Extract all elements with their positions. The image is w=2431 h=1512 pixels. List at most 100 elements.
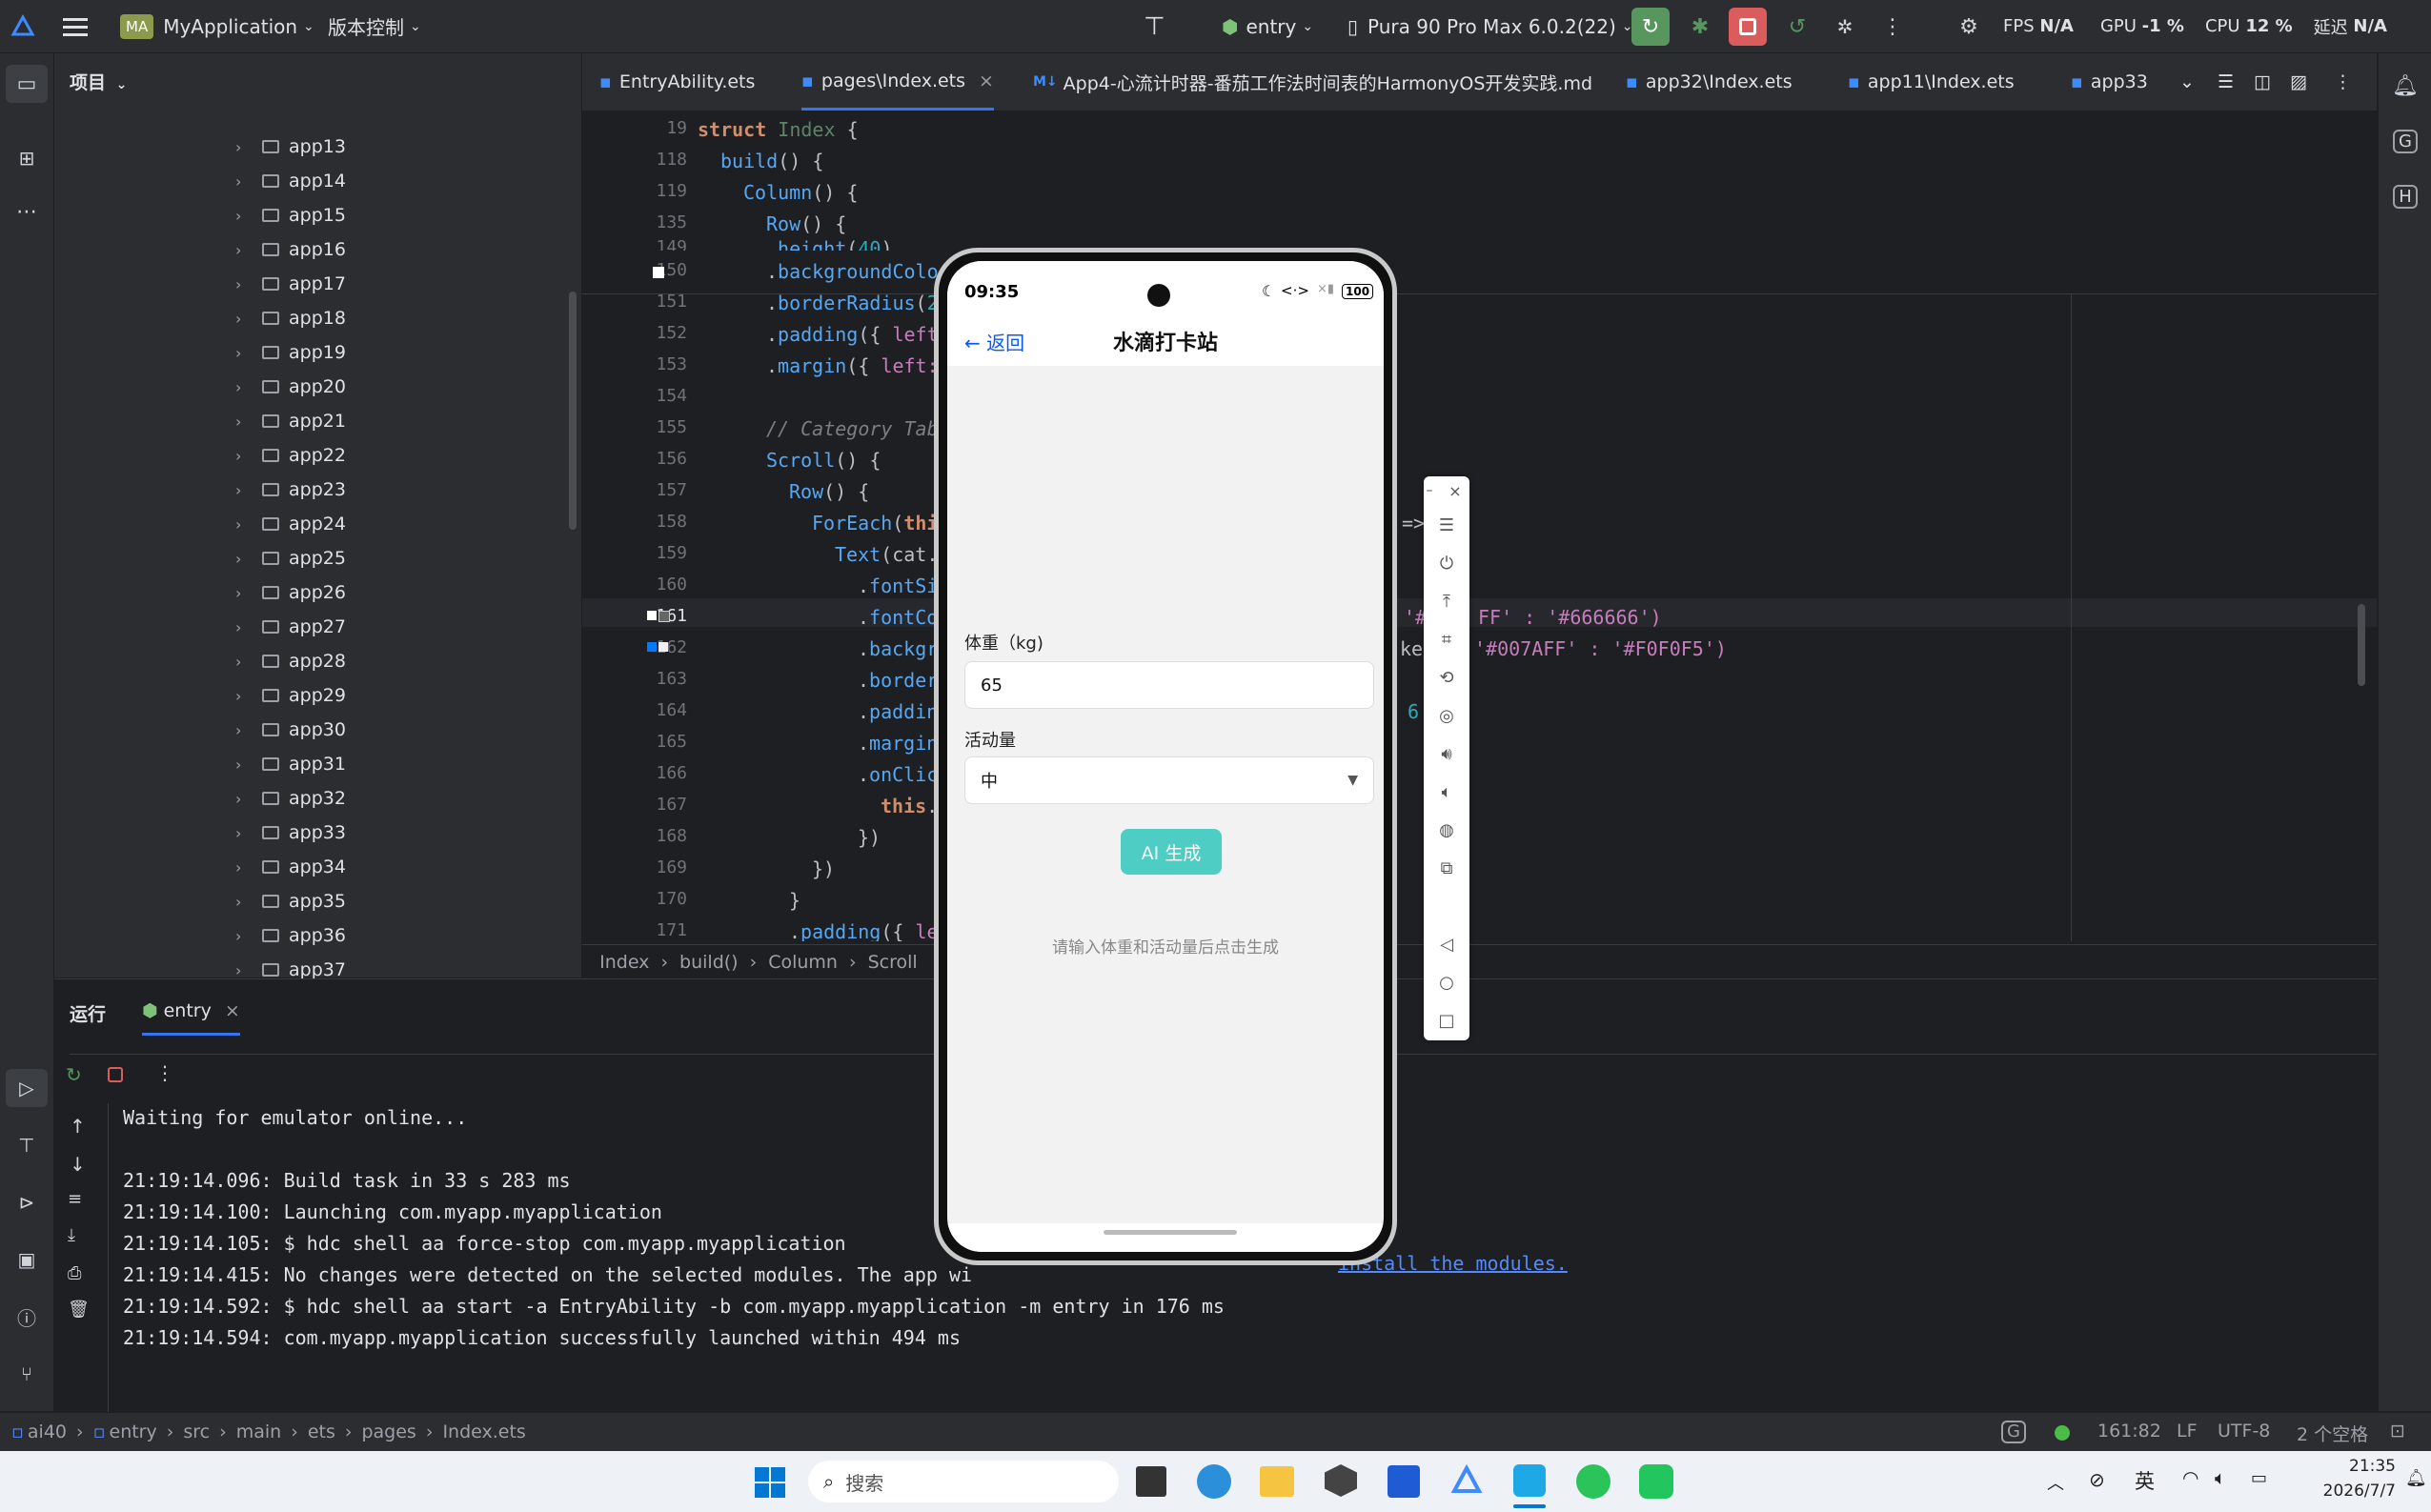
stop-button[interactable] xyxy=(1729,8,1767,46)
app-hexagon-icon[interactable] xyxy=(1325,1464,1357,1497)
vcs-menu[interactable]: 版本控制 ⌄ xyxy=(328,0,421,52)
volume-down-icon[interactable]: 🔈︎ xyxy=(1424,777,1469,806)
chevron-right-icon[interactable]: › xyxy=(235,824,256,842)
code-line-153[interactable]: .margin({ left: xyxy=(766,354,939,377)
chevron-right-icon[interactable]: › xyxy=(235,790,256,808)
status-path-item[interactable]: ai40 xyxy=(28,1421,67,1442)
activity-select[interactable]: 中 ▼ xyxy=(964,756,1374,804)
code-line-151[interactable]: .borderRadius(2 xyxy=(766,292,939,314)
project-switcher[interactable]: MA MyApplication ⌄ xyxy=(120,0,314,52)
code-line-155[interactable]: // Category Tab xyxy=(766,417,939,440)
run-tool-button[interactable]: ▷ xyxy=(6,1069,48,1107)
taskbar-time[interactable]: 21:35 xyxy=(2291,1457,2396,1476)
cursor-position[interactable]: 161:82 xyxy=(2097,1421,2161,1441)
battery-icon[interactable]: ▭ xyxy=(2251,1468,2267,1488)
chevron-right-icon[interactable]: › xyxy=(235,241,256,259)
code-line-167[interactable]: this. xyxy=(881,795,938,817)
tree-item[interactable]: › app19 xyxy=(235,335,346,370)
edge-browser-icon[interactable] xyxy=(1197,1464,1231,1499)
apply-changes-button[interactable]: ↺ xyxy=(1778,8,1816,46)
preview-button[interactable]: ▨ xyxy=(2290,53,2307,111)
taskbar-date[interactable]: 2026/7/7 xyxy=(2291,1482,2396,1501)
menu-icon[interactable]: ☰ xyxy=(1424,511,1469,539)
tree-item[interactable]: › app13 xyxy=(235,130,346,164)
status-path-item[interactable]: ets xyxy=(308,1421,335,1442)
code-line-118[interactable]: build() { xyxy=(720,150,823,172)
tree-item[interactable]: › app27 xyxy=(235,610,346,644)
chevron-right-icon[interactable]: › xyxy=(235,687,256,705)
network-off-icon[interactable]: ⊘ xyxy=(2089,1468,2105,1491)
code-line-157[interactable]: Row() { xyxy=(789,480,869,503)
project-panel-header[interactable]: 项目 ⌄ xyxy=(70,69,127,94)
split-view-button[interactable]: ◫ xyxy=(2254,53,2271,111)
nav-back-icon[interactable]: ◁ xyxy=(1424,930,1469,958)
tree-item[interactable]: › app30 xyxy=(235,713,346,747)
tree-item[interactable]: › app16 xyxy=(235,232,346,267)
code-line-169[interactable]: }) xyxy=(812,857,835,880)
lock-icon[interactable]: ⊡ xyxy=(2390,1421,2405,1441)
screenshot-icon[interactable]: ◎ xyxy=(1424,701,1469,730)
code-line-162[interactable]: .backgr xyxy=(858,637,938,660)
chevron-right-icon[interactable]: › xyxy=(235,172,256,191)
code-line-150[interactable]: .backgroundColor xyxy=(766,260,950,283)
start-button[interactable] xyxy=(755,1467,785,1498)
multi-screen-icon[interactable]: ⧉ xyxy=(1424,854,1469,882)
color-swatch[interactable] xyxy=(658,611,670,622)
chevron-right-icon[interactable]: › xyxy=(235,310,256,328)
visual-studio-icon[interactable] xyxy=(1388,1465,1420,1498)
minimize-icon[interactable]: – xyxy=(1418,476,1441,505)
chevron-right-icon[interactable]: › xyxy=(235,927,256,945)
code-line-158[interactable]: ForEach(thi xyxy=(812,512,938,534)
chevron-right-icon[interactable]: › xyxy=(235,893,256,911)
chevron-right-icon[interactable]: › xyxy=(235,413,256,431)
editor-more-button[interactable]: ⋮ xyxy=(2334,53,2352,111)
chevron-right-icon[interactable]: › xyxy=(235,550,256,568)
fingerprint-icon[interactable]: ◍ xyxy=(1424,816,1469,844)
color-swatch[interactable] xyxy=(647,611,657,620)
tree-item[interactable]: › app15 xyxy=(235,198,346,232)
code-line-161[interactable]: .fontCo xyxy=(858,606,938,629)
deveco-studio-icon[interactable] xyxy=(1450,1463,1483,1497)
editor-menu-button[interactable]: ☰ xyxy=(2218,53,2234,111)
git-tool-button[interactable]: ⑂ xyxy=(6,1355,48,1393)
rerun-button[interactable]: ↻ xyxy=(1631,8,1670,46)
tree-item[interactable]: › app23 xyxy=(235,473,346,507)
code-line-165[interactable]: .margin xyxy=(858,732,938,755)
taskbar-search[interactable]: ⌕ 搜索 xyxy=(808,1461,1119,1502)
close-icon[interactable]: × xyxy=(1441,476,1469,505)
tab-entryability[interactable]: ▪ EntryAbility.ets xyxy=(599,53,755,111)
status-ok-indicator[interactable] xyxy=(2055,1425,2070,1441)
status-path-item[interactable]: src xyxy=(183,1421,210,1442)
notifications-button[interactable]: 🔔︎ xyxy=(2386,67,2424,105)
chevron-right-icon[interactable]: › xyxy=(235,721,256,739)
tree-item[interactable]: › app20 xyxy=(235,370,346,404)
chevron-right-icon[interactable]: › xyxy=(235,207,256,225)
terminal-tool-button[interactable]: ▣ xyxy=(6,1240,48,1279)
breadcrumb-item[interactable]: build() xyxy=(679,952,739,973)
file-encoding[interactable]: UTF-8 xyxy=(2218,1421,2270,1441)
color-swatch[interactable] xyxy=(658,642,668,652)
chevron-right-icon[interactable]: › xyxy=(235,447,256,465)
tab-app11-index[interactable]: ▪ app11\Index.ets xyxy=(1848,53,2015,111)
tree-item[interactable]: › app25 xyxy=(235,541,346,575)
code-line-119[interactable]: Column() { xyxy=(743,181,858,204)
code-line-170[interactable]: } xyxy=(789,889,800,912)
code-line-164[interactable]: .paddin xyxy=(858,700,938,723)
tabs-overflow-button[interactable]: ⌄ xyxy=(2179,53,2195,111)
task-view-icon[interactable] xyxy=(1136,1466,1166,1497)
device-selector[interactable]: ▯ Pura 90 Pro Max 6.0.2(22) ⌄ xyxy=(1347,0,1633,52)
ai-generate-button[interactable]: AI 生成 xyxy=(1121,829,1222,875)
tab-pages-index[interactable]: ▪ pages\Index.ets × xyxy=(801,53,994,111)
rotate-icon[interactable]: ⟲ xyxy=(1424,663,1469,692)
breadcrumb-item[interactable]: Column xyxy=(768,952,838,973)
device-settings-button[interactable]: ⚙ xyxy=(1950,8,1988,46)
ime-indicator[interactable]: 英 xyxy=(2135,1466,2155,1495)
code-line-160[interactable]: .fontSi xyxy=(858,575,938,597)
tree-item[interactable]: › app17 xyxy=(235,267,346,301)
speaker-icon[interactable]: 🔈︎ xyxy=(2215,1466,2226,1489)
code-line-156[interactable]: Scroll() { xyxy=(766,449,881,472)
chevron-right-icon[interactable]: › xyxy=(235,275,256,293)
harmony-button[interactable]: H xyxy=(2386,177,2424,215)
tab-markdown[interactable]: M↓ App4-心流计时器-番茄工作法时间表的HarmonyOS开发实践.md xyxy=(1033,53,1592,111)
chevron-right-icon[interactable]: › xyxy=(235,653,256,671)
